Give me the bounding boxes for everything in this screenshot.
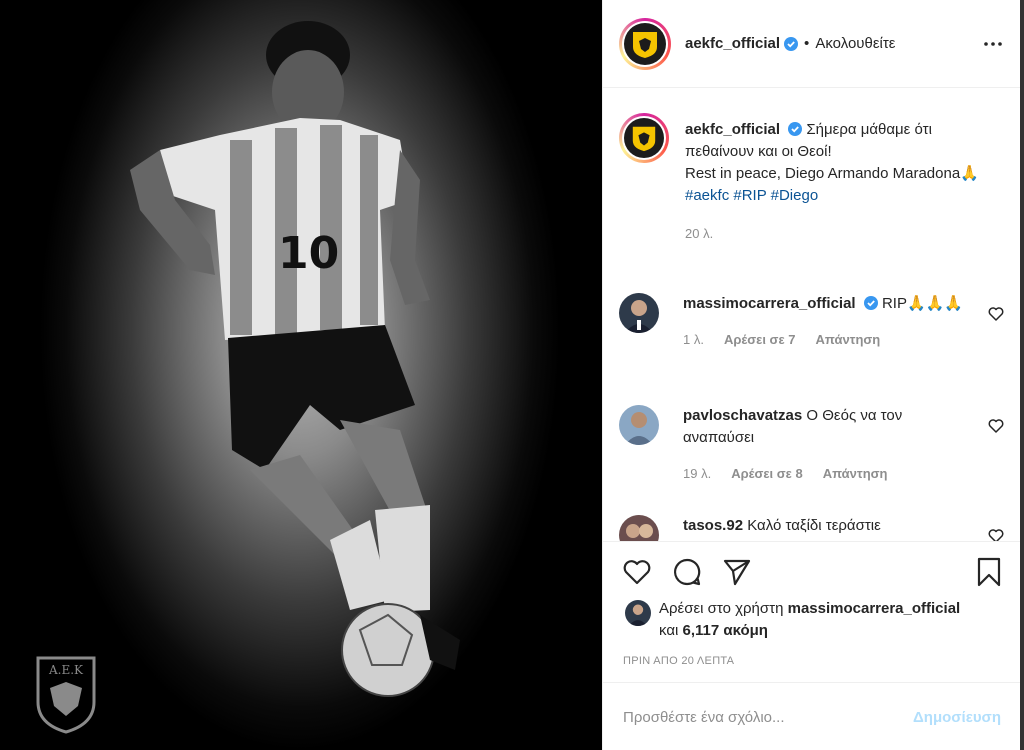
comment-username[interactable]: tasos.92: [683, 517, 743, 534]
caption-text-line2: Rest in peace, Diego Armando Maradona🙏: [685, 165, 979, 182]
hashtag-link[interactable]: #aekfc: [685, 187, 729, 204]
separator-dot: •: [804, 35, 810, 52]
caption-hashtags: #aekfc #RIP #Diego: [685, 187, 818, 204]
save-bookmark-icon[interactable]: [973, 556, 1005, 588]
posted-time[interactable]: ΠΡΙΝ ΑΠΟ 20 ΛΕΠΤΑ: [623, 655, 734, 667]
caption-time[interactable]: 20 λ.: [685, 223, 985, 245]
reply-button[interactable]: Απάντηση: [815, 329, 880, 351]
verified-badge-icon: [784, 36, 799, 51]
comment-username[interactable]: pavloschavatzas: [683, 407, 802, 424]
commenter-avatar[interactable]: [619, 405, 659, 445]
hashtag-link[interactable]: #RIP: [733, 187, 766, 204]
share-send-icon[interactable]: [721, 556, 753, 588]
comment-time[interactable]: 1 λ.: [683, 329, 704, 351]
aek-logo-icon: [633, 31, 657, 58]
liker-avatar[interactable]: [625, 600, 651, 626]
post-sidebar: aekfc_official • Ακολουθείτε aekfc_offic…: [602, 0, 1021, 750]
svg-text:10: 10: [278, 228, 339, 279]
like-comment-heart-icon[interactable]: [987, 305, 1005, 323]
header-username[interactable]: aekfc_official: [685, 35, 780, 52]
add-comment-input[interactable]: [623, 708, 923, 726]
comment-username[interactable]: massimocarrera_official: [683, 295, 856, 312]
likes-prefix: Αρέσει στο χρήστη: [659, 600, 784, 617]
post-header: aekfc_official • Ακολουθείτε: [603, 0, 1021, 88]
comment-likes[interactable]: Αρέσει σε 7: [724, 329, 796, 351]
comment-likes[interactable]: Αρέσει σε 8: [731, 463, 803, 485]
post-caption: aekfc_official Σήμερα μάθαμε ότι πεθαίνο…: [619, 113, 985, 245]
player-illustration: 10: [130, 21, 460, 697]
verified-badge-icon: [788, 122, 803, 136]
liker-username[interactable]: massimocarrera_official: [788, 600, 961, 617]
commenter-avatar[interactable]: [619, 515, 659, 541]
verified-badge-icon: [863, 296, 878, 310]
comments-area[interactable]: aekfc_official Σήμερα μάθαμε ότι πεθαίνο…: [603, 89, 1021, 541]
aek-watermark-logo: Α.Ε.Κ: [36, 656, 96, 734]
reply-button[interactable]: Απάντηση: [823, 463, 888, 485]
svg-text:Α.Ε.Κ: Α.Ε.Κ: [48, 663, 84, 677]
background-edge: [1020, 0, 1024, 750]
comment-bubble-icon[interactable]: [671, 556, 703, 588]
caption-username[interactable]: aekfc_official: [685, 121, 780, 138]
likes-count[interactable]: 6,117 ακόμη: [683, 622, 768, 639]
aek-logo-icon: [632, 126, 656, 152]
comment-text: Καλό ταξίδι τεράστιε: [747, 517, 881, 534]
comment-time[interactable]: 19 λ.: [683, 463, 711, 485]
profile-avatar[interactable]: [619, 17, 671, 70]
post-comment-button[interactable]: Δημοσίευση: [913, 709, 1001, 726]
caption-avatar[interactable]: [619, 113, 669, 163]
comment-item: tasos.92 Καλό ταξίδι τεράστιε: [619, 515, 1005, 541]
like-comment-heart-icon[interactable]: [987, 527, 1005, 541]
like-comment-heart-icon[interactable]: [987, 417, 1005, 435]
hashtag-link[interactable]: #Diego: [771, 187, 819, 204]
add-comment-section: Δημοσίευση: [603, 682, 1021, 750]
commenter-avatar[interactable]: [619, 293, 659, 333]
comment-item: pavloschavatzas Ο Θεός να τον αναπαύσει …: [619, 405, 1005, 485]
likes-summary: Αρέσει στο χρήστη massimocarrera_officia…: [625, 598, 1019, 642]
following-status[interactable]: Ακολουθείτε: [815, 35, 895, 52]
comment-text: RIP🙏🙏🙏: [881, 295, 963, 312]
likes-and: και: [659, 622, 679, 639]
more-options-icon[interactable]: [981, 32, 1005, 56]
post-image[interactable]: 10 Α.Ε.Κ: [0, 0, 602, 750]
like-heart-icon[interactable]: [621, 556, 653, 588]
post-actions: Αρέσει στο χρήστη massimocarrera_officia…: [603, 541, 1021, 750]
comment-item: massimocarrera_official RIP🙏🙏🙏 1 λ. Αρέσ…: [619, 293, 1005, 351]
